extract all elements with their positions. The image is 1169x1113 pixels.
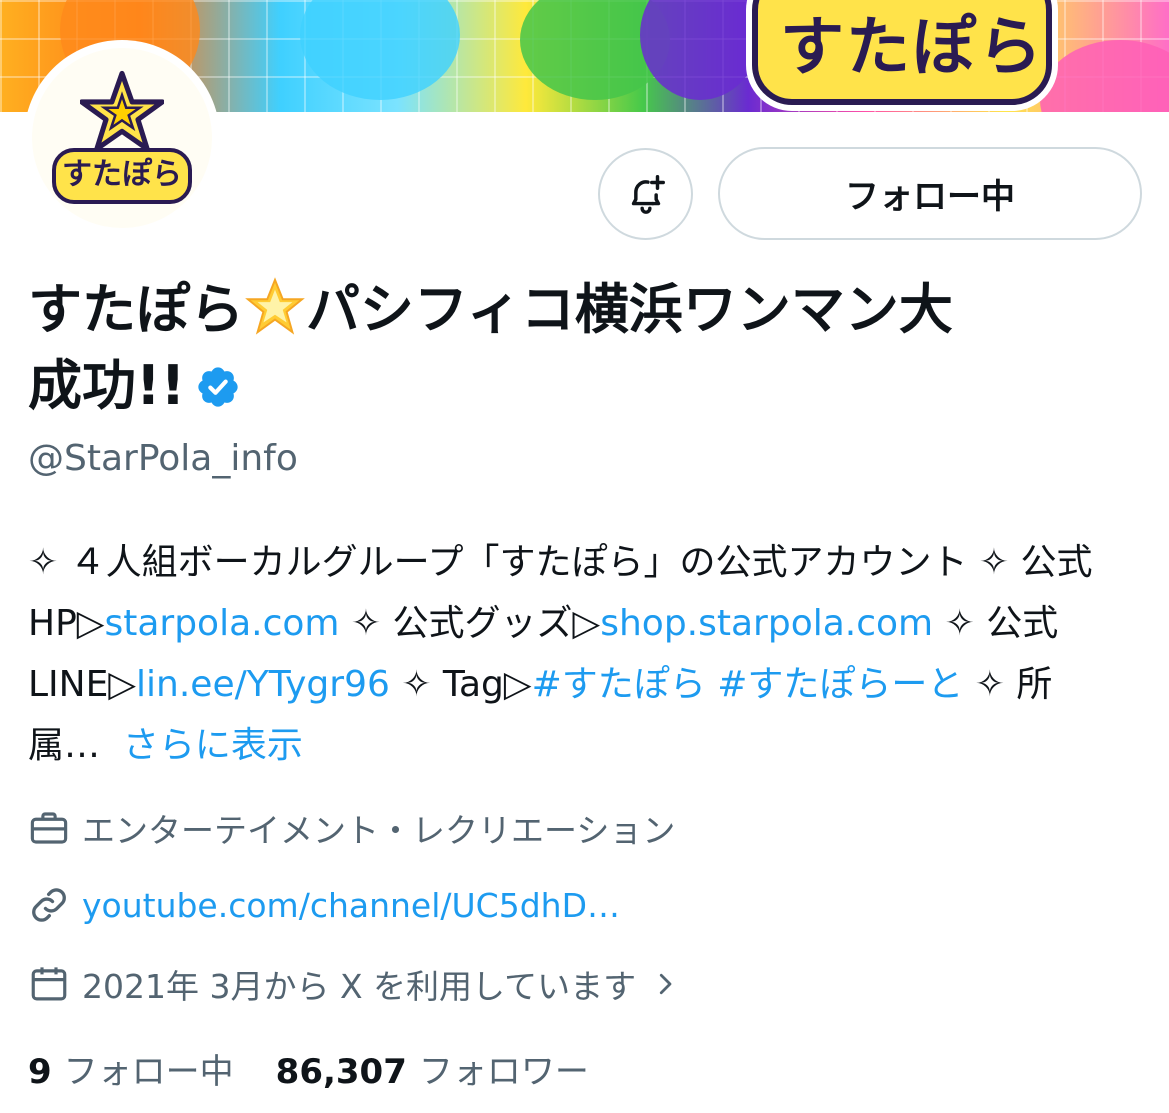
user-handle: @StarPola_info	[28, 438, 298, 479]
website-link[interactable]: youtube.com/channel/UC5dhD…	[82, 886, 620, 925]
profile-website: youtube.com/channel/UC5dhD…	[28, 884, 620, 926]
follow-stats: 9 フォロー中 86,307 フォロワー	[28, 1044, 631, 1093]
display-name-part: すたぽら	[28, 278, 244, 341]
avatar[interactable]: すたぽら	[24, 40, 220, 236]
glowing-star-icon	[245, 277, 305, 335]
banner-logo-text: すたぽら	[780, 11, 1044, 85]
avatar-logo-text: すたぽら	[52, 148, 192, 204]
display-name-part: 成功!!	[28, 354, 186, 417]
link-icon	[32, 888, 66, 922]
followers-count: 86,307	[275, 1052, 407, 1092]
following-button[interactable]: フォロー中	[718, 147, 1142, 240]
bio-link-shop[interactable]: shop.starpola.com	[600, 603, 933, 644]
profile-bio: ✧ ４人組ボーカルグループ「すたぽら」の公式アカウント ✧ 公式HP▷starp…	[28, 532, 1138, 776]
bio-hashtag[interactable]: #すたぽら	[532, 664, 706, 705]
join-date[interactable]: 2021年 3月から X を利用しています	[28, 960, 680, 1008]
notifications-button[interactable]	[598, 148, 693, 240]
verified-badge-icon[interactable]	[195, 364, 241, 410]
following-count: 9	[28, 1052, 52, 1092]
avatar-image: すたぽら	[32, 48, 212, 228]
display-name: すたぽら パシフィコ横浜ワンマン大 成功!!	[28, 272, 1128, 424]
display-name-part: パシフィコ横浜ワンマン大	[306, 278, 953, 341]
star-logo-icon	[80, 70, 164, 152]
followers-label: フォロワー	[418, 1052, 589, 1092]
bio-link-website[interactable]: starpola.com	[104, 603, 339, 644]
bio-text: ✧ Tag▷	[389, 664, 532, 705]
following-stat[interactable]: 9 フォロー中	[28, 1044, 234, 1093]
category-text: エンターテイメント・レクリエーション	[82, 811, 676, 850]
bell-plus-icon	[631, 175, 665, 214]
following-label: フォロー中	[63, 1052, 234, 1092]
briefcase-icon	[30, 812, 68, 844]
join-date-text: 2021年 3月から X を利用しています	[82, 967, 637, 1006]
bio-hashtag[interactable]: #すたぽらーと	[717, 664, 963, 705]
calendar-icon	[31, 967, 67, 1001]
chevron-right-icon	[659, 973, 672, 995]
bio-link-line[interactable]: lin.ee/YTygr96	[136, 664, 390, 705]
bio-text: ✧ 公式グッズ▷	[339, 603, 601, 644]
followers-stat[interactable]: 86,307 フォロワー	[276, 1044, 589, 1093]
show-more-link[interactable]: さらに表示	[123, 725, 303, 766]
profile-category: エンターテイメント・レクリエーション	[28, 804, 675, 852]
banner-logo: すたぽら	[752, 0, 1052, 105]
